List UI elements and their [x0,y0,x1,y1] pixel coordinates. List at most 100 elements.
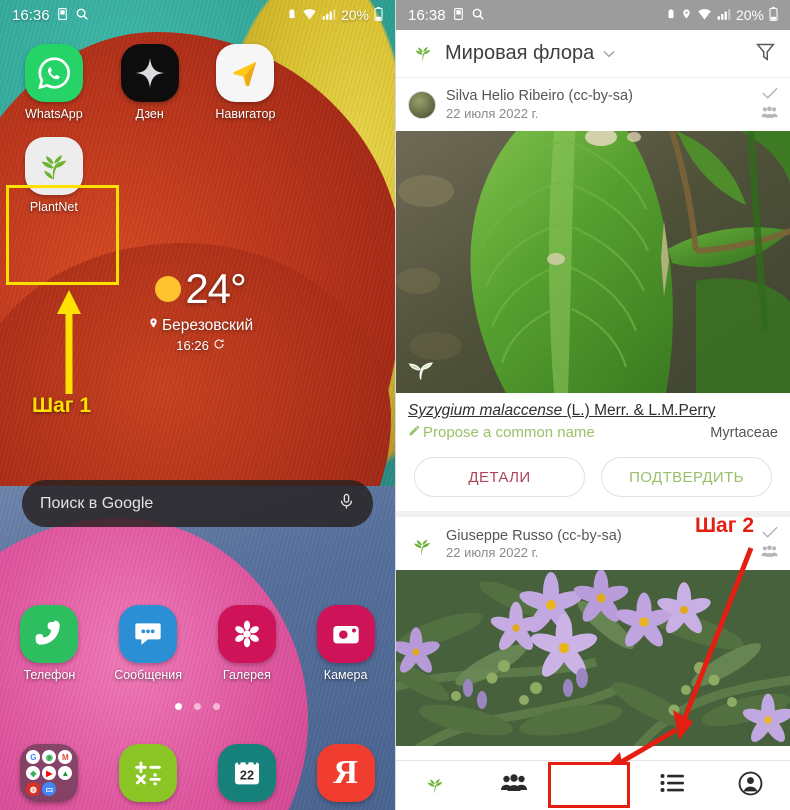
filter-icon[interactable] [755,41,776,67]
weather-update-time: 16:26 [176,338,209,353]
identification-block: Syzygium malaccense (L.) Merr. & L.M.Per… [396,393,790,447]
dock-item-phone[interactable]: Телефон [0,605,99,682]
dock-label: Телефон [23,668,76,682]
step2-label: Шаг 2 [694,514,754,537]
avatar [408,91,436,119]
battery-saver-icon [287,7,297,23]
app-label: PlantNet [29,200,78,214]
android-home-screen: 16:36 20% WhatsApp Дзен Навигатор PlantN… [0,0,395,810]
microphone-icon[interactable] [338,491,355,517]
community-tab[interactable] [501,773,528,798]
page-dot[interactable] [194,703,201,710]
community-icon [761,545,778,563]
step1-arrow-icon [57,290,81,394]
plantnet-app-screen: 16:38 20% Мировая флора Silva Helio Ribe… [395,0,790,810]
tutorial-screenshot: 16:36 20% WhatsApp Дзен Навигатор PlantN… [0,0,790,810]
list-tab[interactable] [660,773,684,798]
dock-label: Камера [323,668,368,682]
dock: Телефон Сообщения Галерея Камера [0,605,395,682]
step1-label: Шаг 1 [32,394,92,417]
navigator-icon [216,44,275,102]
status-bar: 16:38 20% [396,0,790,30]
location-pin-icon [148,316,159,335]
observation-header[interactable]: Silva Helio Ribeiro (cc-by-sa) 22 июля 2… [396,78,790,131]
calendar-icon[interactable]: 22 [217,744,276,802]
app-tray: G ◉ M ◈ ▶ ▲ ◍ ▭ 22 Я [0,744,395,802]
app-label: Навигатор [215,107,276,121]
battery-icon [769,7,778,23]
chevron-down-icon[interactable] [603,46,615,61]
sim-icon [56,7,69,24]
app-navigator[interactable]: Навигатор [198,44,294,121]
confirm-button[interactable]: ПОДТВЕРДИТЬ [601,457,772,498]
camera-tab-backdrop [551,765,627,805]
app-grid: WhatsApp Дзен Навигатор PlantNet [0,44,395,214]
app-bar-title: Мировая флора [445,42,595,64]
observation-photo[interactable] [396,570,790,747]
sim-icon [452,7,465,24]
leaf-avatar-icon [408,530,436,558]
sun-icon [155,276,182,302]
location-icon [681,7,692,23]
observation-date: 22 июля 2022 г. [446,544,539,560]
dock-item-camera[interactable]: Камера [296,605,395,682]
whatsapp-icon [24,44,83,102]
profile-tab[interactable] [738,771,763,801]
phone-icon [20,605,79,663]
observation-date: 22 июля 2022 г. [446,105,539,121]
signal-icon [717,8,731,23]
status-time: 16:36 [12,6,50,24]
app-bar: Мировая флора [396,30,790,78]
dock-item-messages[interactable]: Сообщения [99,605,198,682]
propose-label: Propose a common name [423,424,595,442]
page-indicator [0,703,395,710]
propose-common-name-link[interactable]: Propose a common name [408,424,595,441]
leaf-badge-icon [404,351,438,385]
weather-widget[interactable]: 24° Березовский 16:26 [148,268,253,353]
refresh-icon[interactable] [213,338,225,353]
search-placeholder: Поиск в Google [40,494,154,512]
wifi-icon [302,8,317,23]
dock-label: Сообщения [114,668,183,682]
scientific-name-binomial: Syzygium malaccense [408,402,563,419]
plantnet-leaf-icon [410,40,436,67]
status-bar: 16:36 20% [0,0,395,30]
check-icon [761,86,778,104]
flora-tab[interactable] [422,772,448,799]
google-search-bar[interactable]: Поиск в Google [22,480,373,527]
weather-city: Березовский [162,316,254,334]
check-icon [761,525,778,543]
community-icon [761,106,778,124]
app-whatsapp[interactable]: WhatsApp [6,44,102,121]
calculator-icon[interactable] [119,744,178,802]
action-buttons: ДЕТАЛИ ПОДТВЕРДИТЬ [396,447,790,511]
google-folder-icon[interactable]: G ◉ M ◈ ▶ ▲ ◍ ▭ [20,744,79,802]
project-selector[interactable]: Мировая флора [410,40,615,67]
dock-label: Галерея [222,668,271,682]
yandex-icon[interactable]: Я [316,744,375,802]
observation-photo[interactable] [396,131,790,393]
app-label: Дзен [135,107,164,121]
signal-icon [322,8,336,23]
battery-icon [374,7,383,23]
battery-percent: 20% [735,7,764,23]
camera-icon [316,605,375,663]
gallery-icon [217,605,276,663]
app-dzen[interactable]: Дзен [102,44,198,121]
weather-temperature: 24° [185,265,247,312]
plantnet-icon [24,137,83,195]
observation-author: Silva Helio Ribeiro (cc-by-sa) [446,88,633,105]
app-label: WhatsApp [25,107,83,121]
page-dot[interactable] [175,703,182,710]
page-dot[interactable] [213,703,220,710]
scientific-name[interactable]: Syzygium malaccense (L.) Merr. & L.M.Per… [408,401,778,421]
battery-percent: 20% [340,7,369,23]
status-time: 16:38 [408,6,446,24]
search-icon [75,7,89,24]
dock-item-gallery[interactable]: Галерея [198,605,297,682]
details-button[interactable]: ДЕТАЛИ [414,457,585,498]
scientific-name-authority: (L.) Merr. & L.M.Perry [566,402,716,419]
app-plantnet[interactable]: PlantNet [6,137,102,214]
search-icon [471,7,485,24]
pencil-icon [408,424,421,441]
